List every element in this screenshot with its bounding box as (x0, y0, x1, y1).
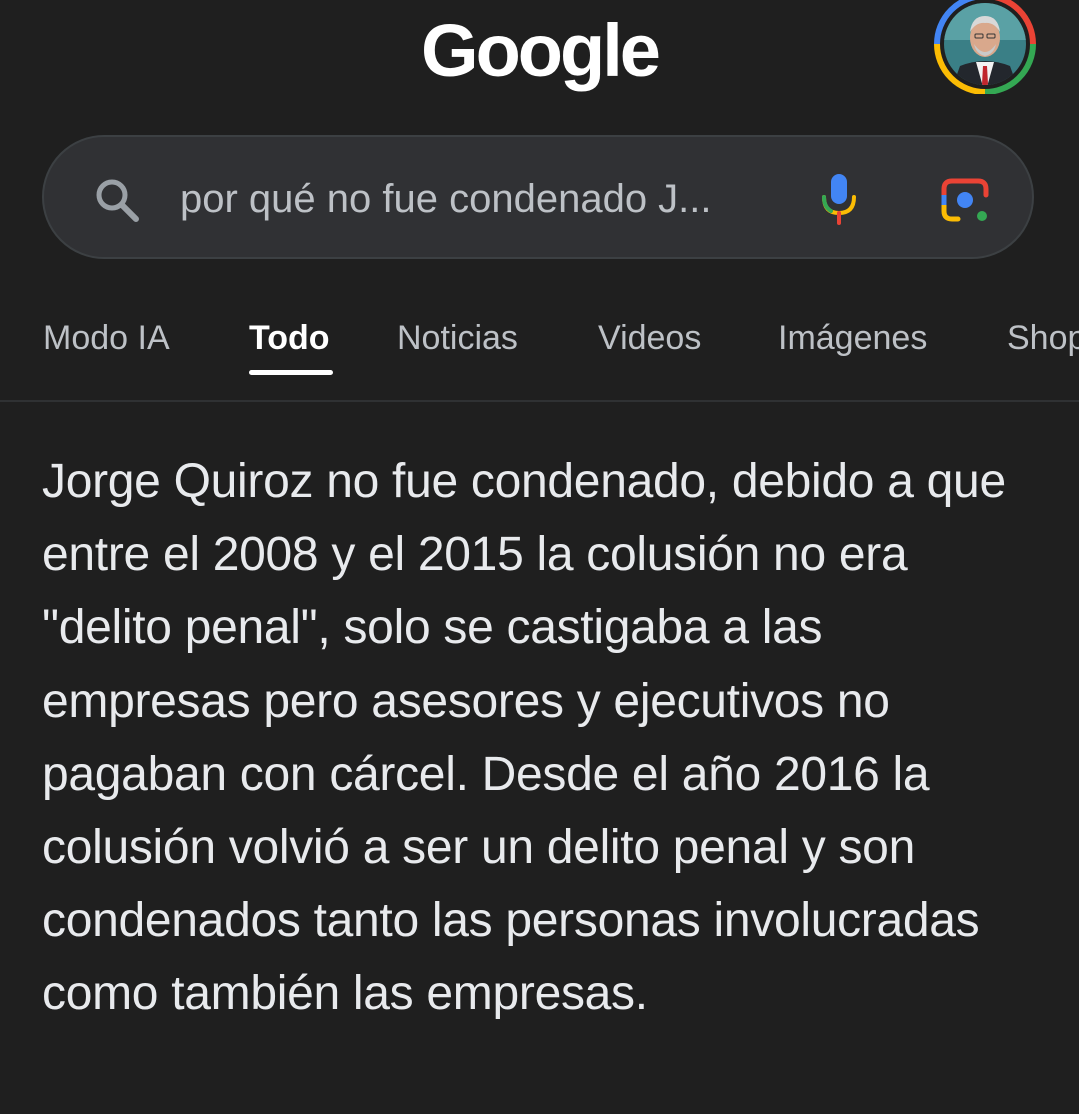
tab-todo[interactable]: Todo (249, 316, 330, 360)
tab-modo-ia[interactable]: Modo IA (43, 316, 170, 360)
search-results-page: Google por qué no fue condenado J... Mod… (0, 0, 1079, 1114)
search-input[interactable]: por qué no fue condenado J... (180, 175, 712, 223)
search-tabs: Modo IA Todo Noticias Videos Imágenes Sh… (0, 300, 1079, 402)
tab-imagenes[interactable]: Imágenes (778, 316, 927, 360)
profile-avatar[interactable] (932, 0, 1038, 94)
tab-videos[interactable]: Videos (598, 316, 701, 360)
active-tab-indicator (249, 370, 333, 375)
google-lens-icon[interactable] (938, 173, 992, 227)
search-bar[interactable]: por qué no fue condenado J... (42, 135, 1034, 259)
search-icon[interactable] (92, 175, 144, 227)
tab-shop[interactable]: Shop (1007, 316, 1079, 360)
featured-answer-text: Jorge Quiroz no fue condenado, debido a … (42, 455, 1006, 1021)
google-logo[interactable]: Google (0, 14, 1079, 88)
tab-noticias[interactable]: Noticias (397, 316, 518, 360)
mic-icon[interactable] (816, 171, 862, 227)
